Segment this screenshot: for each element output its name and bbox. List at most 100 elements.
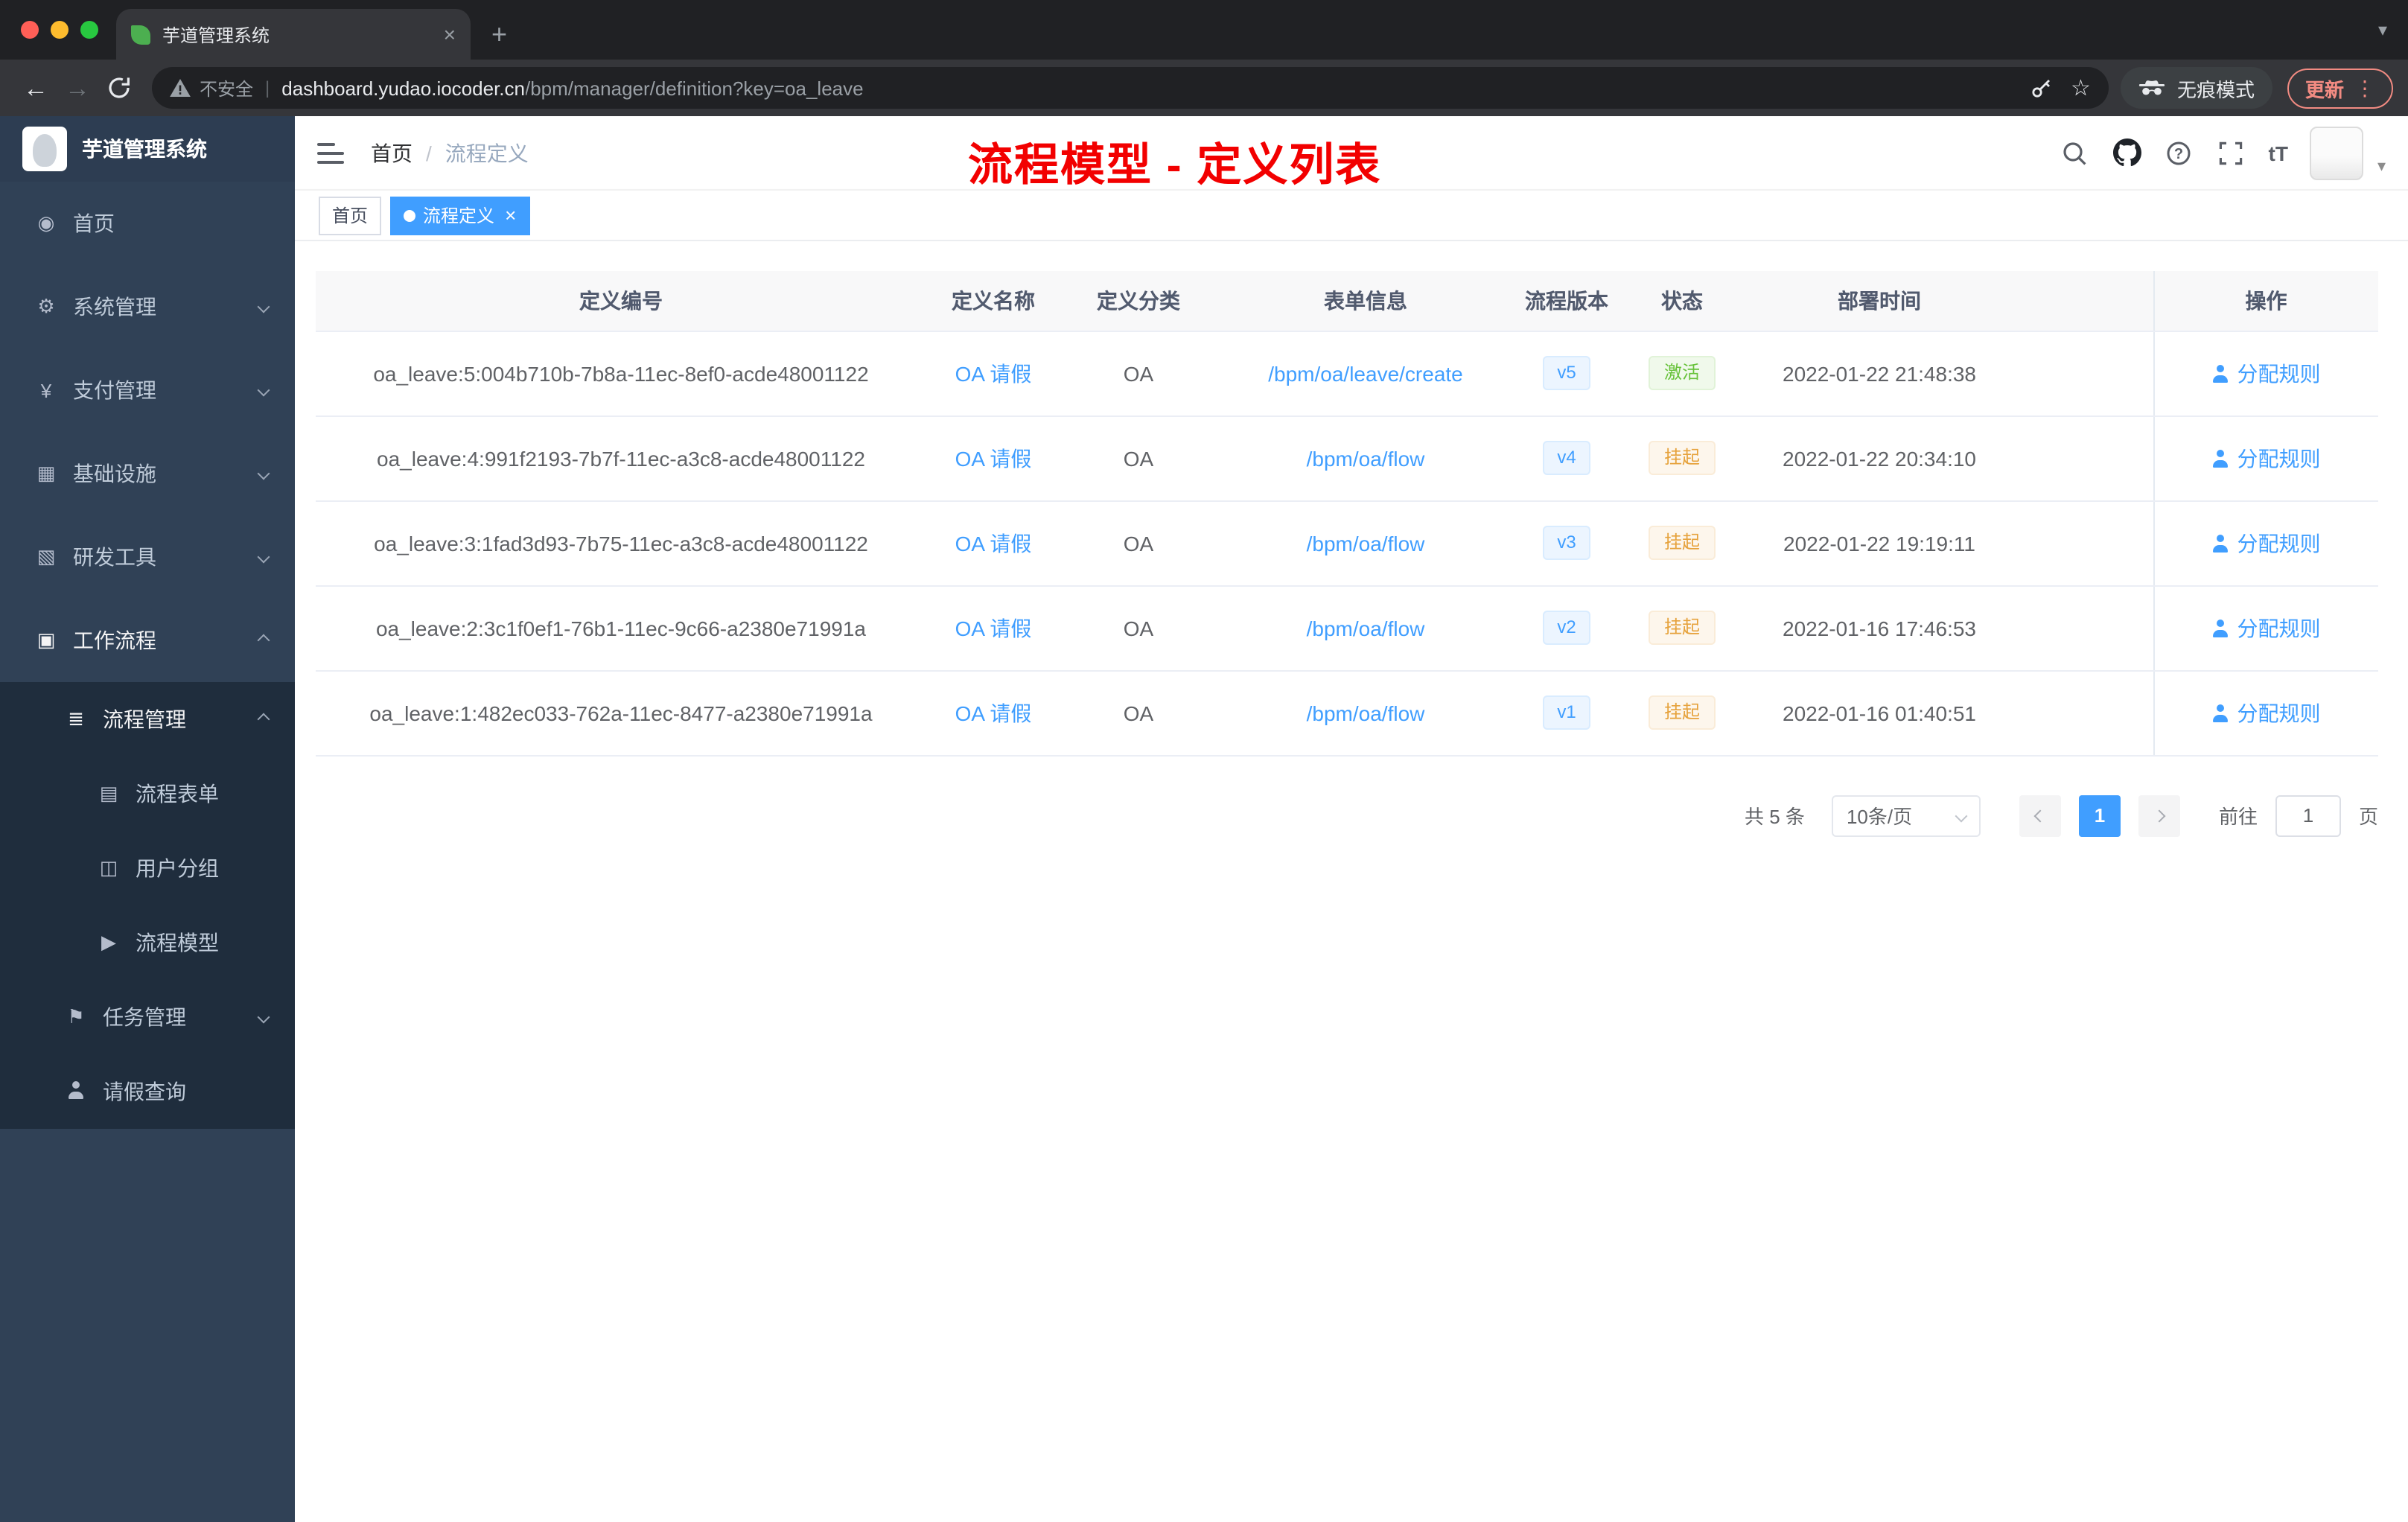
yen-icon: ¥ [40, 379, 52, 401]
main-panel: 首页 / 流程定义 流程模型 - 定义列表 ? tT ▾ 首页 流程定义 × 定… [295, 116, 2408, 1522]
breadcrumb-home[interactable]: 首页 [371, 138, 413, 168]
sidebar: 芋道管理系统 ◉ 首页 ⚙ 系统管理 ¥ 支付管理 ▦ 基础设施 ▧ 研发工具 … [0, 116, 295, 1522]
collapse-sidebar-icon[interactable] [317, 142, 344, 163]
tab-title: 芋道管理系统 [162, 25, 270, 45]
assign-rule-button[interactable]: 分配规则 [2212, 528, 2321, 558]
user-icon [2212, 449, 2230, 467]
breadcrumb-separator: / [426, 141, 432, 165]
search-icon[interactable] [2060, 138, 2090, 168]
sidebar-item-process-form[interactable]: ▤ 流程表单 [0, 757, 295, 831]
new-tab-button[interactable]: + [491, 21, 507, 48]
assign-rule-button[interactable]: 分配规则 [2212, 358, 2321, 388]
sidebar-item-process-model[interactable]: ▶ 流程模型 [0, 905, 295, 980]
status-badge: 挂起 [1649, 695, 1715, 730]
sidebar-item-payment-mgmt[interactable]: ¥ 支付管理 [0, 348, 295, 432]
home-icon: ◉ [37, 211, 55, 234]
chevron-down-icon [257, 467, 270, 480]
chevron-down-icon [257, 1010, 270, 1024]
definition-category: OA [1060, 670, 1217, 756]
form-link[interactable]: /bpm/oa/flow [1307, 616, 1425, 640]
form-link[interactable]: /bpm/oa/leave/create [1268, 361, 1463, 385]
status-badge: 挂起 [1649, 610, 1715, 646]
definition-name-link[interactable]: OA 请假 [955, 701, 1032, 725]
deploy-time: 2022-01-22 19:19:11 [1745, 500, 2013, 586]
browser-update-button[interactable]: 更新 ⋮ [2287, 68, 2393, 108]
browser-toolbar: ← → 不安全 | dashboard.yudao.iocoder.cn/bpm… [0, 60, 2408, 116]
incognito-badge: 无痕模式 [2120, 67, 2272, 109]
sidebar-item-system-mgmt[interactable]: ⚙ 系统管理 [0, 265, 295, 348]
sidebar-item-label: 流程表单 [136, 782, 219, 806]
font-size-icon[interactable]: tT [2269, 141, 2288, 165]
back-button[interactable]: ← [15, 75, 57, 101]
app-logo[interactable]: 芋道管理系统 [0, 116, 295, 182]
person-icon [63, 1080, 89, 1103]
chevron-right-icon [2153, 809, 2166, 822]
tab-favicon-icon [131, 25, 150, 44]
form-link[interactable]: /bpm/oa/flow [1307, 701, 1425, 725]
table-row: oa_leave:5:004b710b-7b8a-11ec-8ef0-acde4… [316, 331, 2378, 416]
security-label[interactable]: 不安全 [200, 75, 253, 101]
avatar-caret-icon[interactable]: ▾ [2377, 156, 2386, 176]
sidebar-item-label: 任务管理 [103, 1005, 186, 1029]
definition-name-link[interactable]: OA 请假 [955, 531, 1032, 555]
github-icon[interactable] [2112, 138, 2142, 168]
table-row: oa_leave:2:3c1f0ef1-76b1-11ec-9c66-a2380… [316, 585, 2378, 671]
chevron-up-icon [257, 713, 270, 726]
prev-page-button[interactable] [2019, 795, 2061, 836]
tag-home[interactable]: 首页 [319, 196, 382, 235]
goto-page-input[interactable] [2275, 795, 2341, 836]
tab-search-icon[interactable]: ▾ [2378, 19, 2387, 40]
sidebar-item-leave-query[interactable]: 请假查询 [0, 1054, 295, 1129]
sidebar-item-home[interactable]: ◉ 首页 [0, 182, 295, 265]
forward-button[interactable]: → [57, 75, 98, 101]
table-row: oa_leave:1:482ec033-762a-11ec-8477-a2380… [316, 670, 2378, 756]
sidebar-item-process-mgmt[interactable]: ≣ 流程管理 [0, 682, 295, 757]
next-page-button[interactable] [2138, 795, 2180, 836]
address-bar[interactable]: 不安全 | dashboard.yudao.iocoder.cn/bpm/man… [152, 67, 2109, 109]
tag-label: 首页 [332, 206, 369, 226]
sidebar-item-user-group[interactable]: ◫ 用户分组 [0, 831, 295, 905]
version-badge: v5 [1542, 355, 1591, 391]
browser-menu-icon[interactable]: ⋮ [2354, 75, 2375, 101]
assign-rule-button[interactable]: 分配规则 [2212, 698, 2321, 727]
definition-name-link[interactable]: OA 请假 [955, 361, 1032, 385]
tag-close-icon[interactable]: × [505, 206, 516, 225]
user-avatar[interactable] [2310, 126, 2364, 179]
url-path: /bpm/manager/definition?key=oa_leave [525, 77, 864, 99]
version-badge: v2 [1542, 610, 1591, 646]
sidebar-item-label: 研发工具 [73, 545, 156, 569]
sidebar-item-workflow[interactable]: ▣ 工作流程 [0, 599, 295, 682]
user-icon [2212, 364, 2230, 382]
sidebar-item-infrastructure[interactable]: ▦ 基础设施 [0, 432, 295, 515]
page-size-select[interactable]: 10条/页 [1831, 795, 1981, 836]
reload-button[interactable] [98, 76, 140, 100]
sidebar-item-task-mgmt[interactable]: ⚑ 任务管理 [0, 980, 295, 1054]
zoom-window-button[interactable] [80, 21, 98, 39]
fullscreen-icon[interactable] [2217, 138, 2246, 168]
window-controls [21, 21, 98, 39]
definition-name-link[interactable]: OA 请假 [955, 446, 1032, 470]
deploy-time: 2022-01-16 17:46:53 [1745, 585, 2013, 671]
sidebar-menu: ◉ 首页 ⚙ 系统管理 ¥ 支付管理 ▦ 基础设施 ▧ 研发工具 ▣ 工作流程 … [0, 182, 295, 1522]
bookmark-star-icon[interactable]: ☆ [2071, 77, 2091, 99]
chevron-down-icon [257, 550, 270, 564]
update-label: 更新 [2305, 78, 2344, 101]
assign-rule-button[interactable]: 分配规则 [2212, 443, 2321, 473]
password-key-icon[interactable] [2029, 76, 2053, 100]
definition-name-link[interactable]: OA 请假 [955, 616, 1032, 640]
minimize-window-button[interactable] [51, 21, 69, 39]
sidebar-item-dev-tools[interactable]: ▧ 研发工具 [0, 515, 295, 599]
close-window-button[interactable] [21, 21, 39, 39]
form-link[interactable]: /bpm/oa/flow [1307, 446, 1425, 470]
tab-close-icon[interactable]: × [444, 22, 456, 46]
form-link[interactable]: /bpm/oa/flow [1307, 531, 1425, 555]
pagination: 共 5 条 10条/页 1 前往 页 [316, 795, 2378, 836]
definition-category: OA [1060, 500, 1217, 586]
help-icon[interactable]: ? [2165, 138, 2194, 168]
browser-window: 芋道管理系统 × + ▾ ← → 不安全 | dashboard.yudao.i… [0, 0, 2408, 1522]
tag-process-definition[interactable]: 流程定义 × [390, 196, 530, 235]
page-number-button[interactable]: 1 [2078, 795, 2121, 836]
column-header: 定义编号 [316, 271, 926, 331]
assign-rule-button[interactable]: 分配规则 [2212, 613, 2321, 643]
browser-tab[interactable]: 芋道管理系统 × [116, 9, 471, 60]
